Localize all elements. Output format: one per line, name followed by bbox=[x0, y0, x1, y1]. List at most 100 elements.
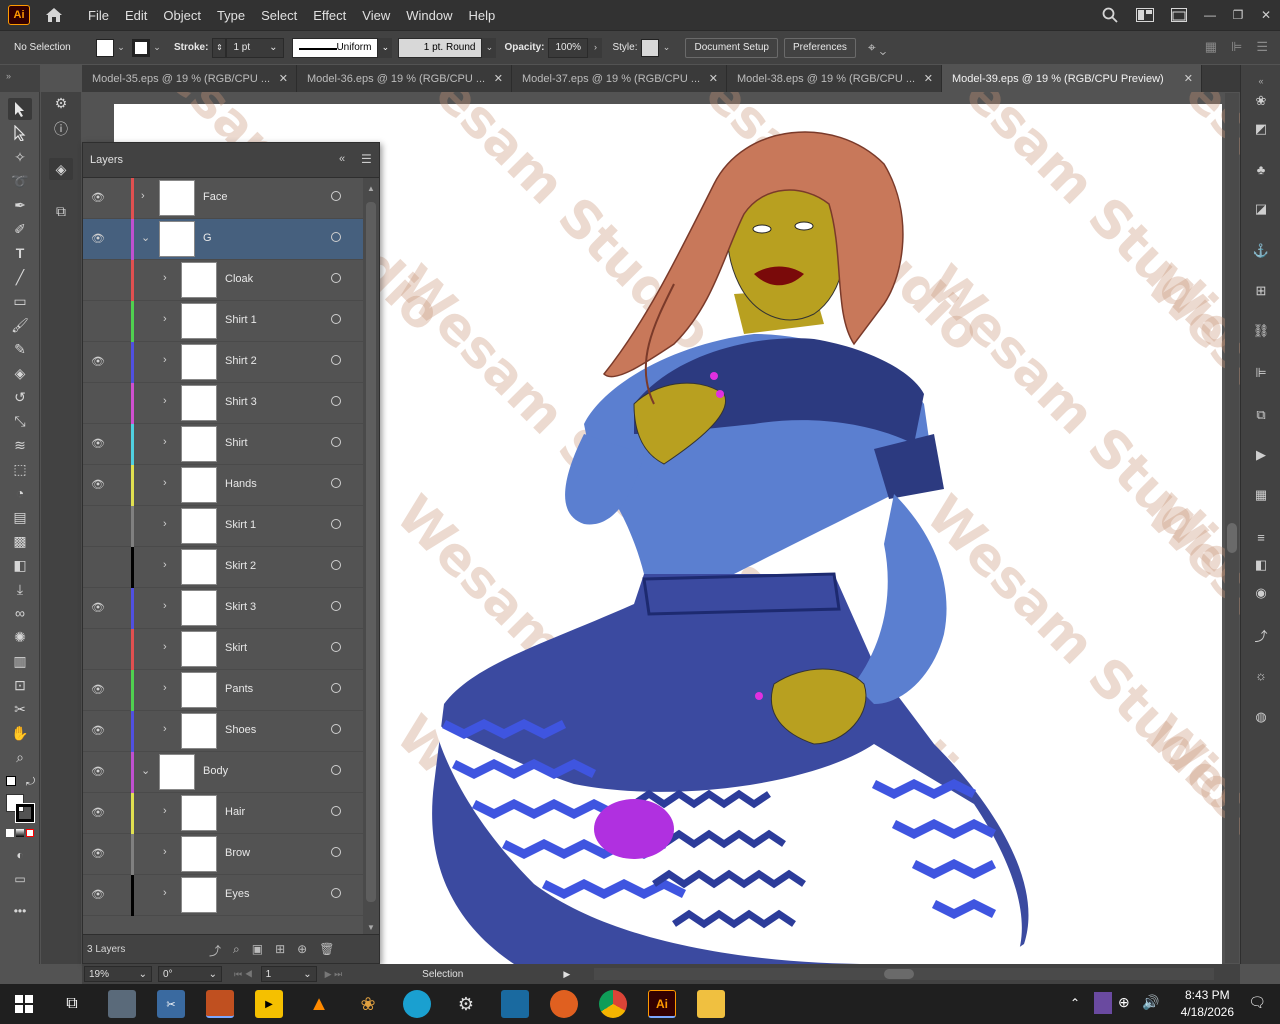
edit-toolbar-icon[interactable]: ••• bbox=[8, 900, 32, 922]
color-icon[interactable] bbox=[6, 829, 14, 837]
layer-name[interactable]: Shoes bbox=[225, 724, 256, 736]
zoom-tool-icon[interactable]: ⌕ bbox=[8, 746, 32, 768]
menu-file[interactable]: File bbox=[80, 8, 117, 23]
menu-object[interactable]: Object bbox=[155, 8, 209, 23]
layer-row[interactable]: › Skirt bbox=[83, 629, 363, 670]
selection-tool-icon[interactable] bbox=[8, 98, 32, 120]
chevron-right-icon[interactable]: › bbox=[163, 805, 167, 817]
stroke-weight-field[interactable]: 1 pt ⌄ bbox=[226, 37, 285, 58]
fill-dropdown-icon[interactable]: ⌄ bbox=[114, 42, 128, 53]
target-circle-icon[interactable] bbox=[331, 355, 341, 365]
horizontal-scrollbar[interactable] bbox=[594, 968, 1214, 980]
layer-name[interactable]: Brow bbox=[225, 847, 250, 859]
locate-object-icon[interactable]: ⌕ bbox=[233, 942, 240, 959]
layer-row[interactable]: 👁 › Brow bbox=[83, 834, 363, 875]
actions-panel-icon[interactable]: ▶ bbox=[1251, 445, 1271, 465]
panel-menu-icon[interactable]: ☰ bbox=[361, 152, 372, 166]
layer-name[interactable]: Hands bbox=[225, 478, 257, 490]
document-tab[interactable]: Model-38.eps @ 19 % (RGB/CPU ... ✕ bbox=[727, 65, 942, 92]
layer-name[interactable]: Skirt 3 bbox=[225, 601, 256, 613]
clock[interactable]: 8:43 PM 4/18/2026 bbox=[1181, 987, 1234, 1021]
align-panel-icon[interactable]: ⊫ bbox=[1251, 363, 1271, 383]
blend-tool-icon[interactable]: ∞ bbox=[8, 602, 32, 624]
target-circle-icon[interactable] bbox=[331, 232, 341, 242]
chevron-right-icon[interactable]: › bbox=[163, 518, 167, 530]
visibility-eye-icon[interactable]: 👁 bbox=[91, 601, 105, 614]
column-graph-tool-icon[interactable]: ▥ bbox=[8, 650, 32, 672]
vlc-app-icon[interactable]: ▲ bbox=[305, 990, 333, 1018]
artboard-tool-icon[interactable]: ⊡ bbox=[8, 674, 32, 696]
next-artboard-icon[interactable]: ▶ ⏭ bbox=[325, 969, 343, 980]
line-tool-icon[interactable]: ╱ bbox=[8, 266, 32, 288]
rotate-tool-icon[interactable]: ↺ bbox=[8, 386, 32, 408]
chevron-down-icon[interactable]: ⌄ bbox=[141, 231, 150, 244]
chevron-right-icon[interactable]: › bbox=[163, 436, 167, 448]
layer-name[interactable]: Skirt 2 bbox=[225, 560, 256, 572]
player-app-icon[interactable]: ▶ bbox=[255, 990, 283, 1018]
mesh-tool-icon[interactable]: ▩ bbox=[8, 530, 32, 552]
preferences-button[interactable]: Preferences bbox=[783, 37, 856, 58]
scroll-up-icon[interactable]: ▲ bbox=[367, 184, 375, 193]
document-tab[interactable]: Model-37.eps @ 19 % (RGB/CPU ... ✕ bbox=[512, 65, 727, 92]
pen-tool-icon[interactable]: ✒ bbox=[8, 194, 32, 216]
target-circle-icon[interactable] bbox=[331, 601, 341, 611]
opacity-field[interactable]: 100% bbox=[548, 37, 589, 58]
layer-row[interactable]: 👁 ⌄ G bbox=[83, 219, 363, 260]
layer-name[interactable]: G bbox=[203, 232, 212, 244]
arrange-documents-icon[interactable] bbox=[1162, 0, 1196, 30]
gimp-app-icon[interactable]: ❀ bbox=[354, 990, 382, 1018]
layer-name[interactable]: Eyes bbox=[225, 888, 249, 900]
fill-swatch[interactable] bbox=[96, 38, 114, 57]
links-panel-icon[interactable]: ⛓ bbox=[1251, 321, 1271, 341]
chevron-right-icon[interactable]: › bbox=[163, 477, 167, 489]
transform-panel-icon[interactable]: ⊞ bbox=[1251, 281, 1271, 301]
visibility-eye-icon[interactable]: 👁 bbox=[91, 437, 105, 450]
chevron-down-icon[interactable]: ⌄ bbox=[141, 764, 150, 777]
transform-icon[interactable]: ▦ bbox=[1205, 39, 1217, 55]
layer-name[interactable]: Shirt 1 bbox=[225, 314, 257, 326]
chevron-right-icon[interactable]: › bbox=[163, 272, 167, 284]
target-circle-icon[interactable] bbox=[331, 642, 341, 652]
collapse-panel-icon[interactable]: « bbox=[339, 153, 345, 165]
target-circle-icon[interactable] bbox=[331, 683, 341, 693]
curvature-tool-icon[interactable]: ✐ bbox=[8, 218, 32, 240]
draw-mode-icon[interactable]: ◐ bbox=[8, 844, 32, 866]
target-circle-icon[interactable] bbox=[331, 765, 341, 775]
canvas-vertical-scrollbar[interactable] bbox=[1225, 93, 1239, 963]
chrome-app-icon[interactable] bbox=[599, 990, 627, 1018]
expand-panels-icon[interactable]: « bbox=[1251, 71, 1271, 91]
layer-row[interactable]: 👁 ⌄ Body bbox=[83, 752, 363, 793]
pen-tray-icon[interactable] bbox=[1094, 992, 1112, 1014]
file-explorer-icon[interactable] bbox=[697, 990, 725, 1018]
none-icon[interactable] bbox=[26, 829, 34, 837]
chevron-right-icon[interactable]: › bbox=[141, 190, 145, 202]
chevron-right-icon[interactable]: › bbox=[163, 641, 167, 653]
close-tab-icon[interactable]: ✕ bbox=[494, 72, 503, 85]
target-circle-icon[interactable] bbox=[331, 847, 341, 857]
swap-colors-icon[interactable]: ⤾ bbox=[26, 776, 35, 789]
menu-type[interactable]: Type bbox=[209, 8, 253, 23]
swatches-panel-icon[interactable]: ▦ bbox=[1251, 485, 1271, 505]
target-circle-icon[interactable] bbox=[331, 478, 341, 488]
utility-app-icon[interactable]: ⚙ bbox=[452, 990, 480, 1018]
home-icon[interactable] bbox=[42, 5, 66, 25]
network-app-icon[interactable] bbox=[403, 990, 431, 1018]
profile-dropdown-icon[interactable]: ⌄ bbox=[378, 37, 393, 58]
visibility-eye-icon[interactable]: 👁 bbox=[91, 765, 105, 778]
close-window-button[interactable]: ✕ bbox=[1252, 0, 1280, 30]
workspace-icon[interactable] bbox=[1128, 0, 1162, 30]
hand-tool-icon[interactable]: ✋ bbox=[8, 722, 32, 744]
target-circle-icon[interactable] bbox=[331, 396, 341, 406]
opacity-arrow-icon[interactable]: › bbox=[588, 37, 603, 58]
visibility-eye-icon[interactable]: 👁 bbox=[91, 724, 105, 737]
screen-mode-icon[interactable]: ▭ bbox=[8, 868, 32, 890]
layer-row[interactable]: › Shirt 1 bbox=[83, 301, 363, 342]
chevron-right-icon[interactable]: › bbox=[163, 887, 167, 899]
layer-row[interactable]: › Skirt 2 bbox=[83, 547, 363, 588]
menu-edit[interactable]: Edit bbox=[117, 8, 155, 23]
layers-scrollbar[interactable]: ▲ ▼ bbox=[363, 178, 379, 936]
brush-dropdown[interactable]: 1 pt. Round bbox=[398, 37, 483, 58]
chevron-right-icon[interactable]: › bbox=[163, 723, 167, 735]
type-tool-icon[interactable]: T bbox=[8, 242, 32, 264]
layer-row[interactable]: 👁 › Face bbox=[83, 178, 363, 219]
